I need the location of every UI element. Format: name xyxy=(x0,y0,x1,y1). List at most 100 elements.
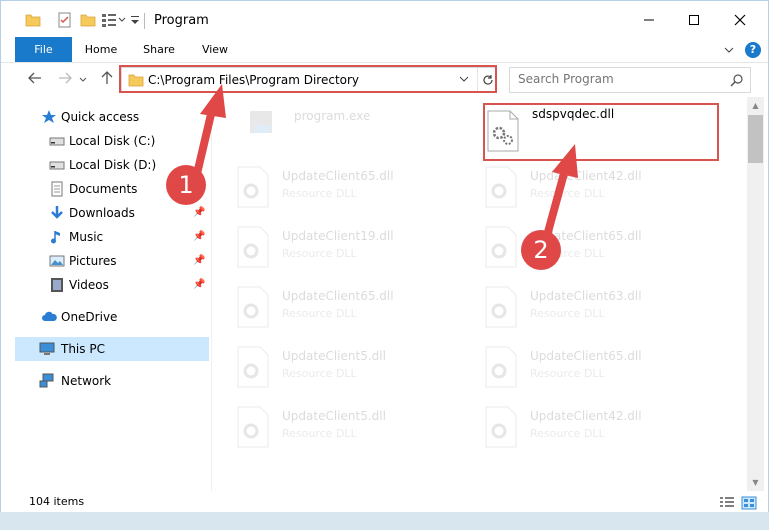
file-name: UpdateClient42.dll xyxy=(530,409,642,423)
sidebar-item-label: Local Disk (C:) xyxy=(69,134,156,148)
file-item[interactable]: program.exe xyxy=(242,101,472,153)
file-name: UpdateClient42.dll xyxy=(530,169,642,183)
address-bar-highlight xyxy=(119,65,497,93)
close-button[interactable] xyxy=(718,5,762,35)
videos-icon xyxy=(51,278,63,292)
up-button[interactable] xyxy=(97,70,117,90)
help-button[interactable]: ? xyxy=(745,42,761,58)
pin-icon: 📌 xyxy=(193,279,206,290)
recent-locations-button[interactable] xyxy=(77,70,89,90)
tab-home[interactable]: Home xyxy=(79,37,123,62)
dll-file-icon xyxy=(237,286,269,328)
file-type: Resource DLL xyxy=(282,307,357,320)
large-icons-view-icon[interactable] xyxy=(741,496,757,510)
file-item[interactable]: UpdateClient42.dll Resource DLL xyxy=(482,161,712,213)
expand-ribbon-icon[interactable] xyxy=(723,45,735,55)
folder-icon xyxy=(25,14,41,27)
scroll-down-button[interactable]: ▼ xyxy=(747,474,764,491)
forward-arrow-icon xyxy=(59,72,72,84)
properties-icon[interactable] xyxy=(57,12,73,28)
file-item[interactable]: UpdateClient42.dll Resource DLL xyxy=(482,401,712,453)
back-button[interactable] xyxy=(25,70,45,90)
file-item[interactable]: UpdateClient19.dll Resource DLL xyxy=(234,221,464,273)
file-name: UpdateClient5.dll xyxy=(282,409,386,423)
computer-icon xyxy=(39,342,55,355)
file-item[interactable]: UpdateClient65.dll Resource DLL xyxy=(234,281,464,333)
file-item[interactable]: UpdateClient65.dll Resource DLL xyxy=(234,161,464,213)
file-type: Resource DLL xyxy=(282,427,357,440)
music-icon xyxy=(51,231,60,244)
minimize-button[interactable] xyxy=(627,5,671,35)
search-input[interactable] xyxy=(518,72,718,86)
maximize-icon xyxy=(689,15,699,25)
file-item[interactable]: UpdateClient65.dll Resource DLL xyxy=(482,221,712,273)
file-item[interactable]: UpdateClient65.dll Resource DLL xyxy=(482,341,712,393)
pictures-icon xyxy=(49,255,65,267)
explorer-window: Program File Home Share View ? C:\Progra… xyxy=(0,0,769,530)
file-item[interactable]: UpdateClient63.dll Resource DLL xyxy=(482,281,712,333)
search-icon[interactable] xyxy=(730,73,744,87)
exe-file-icon xyxy=(250,111,272,133)
qat-dropdown-icon[interactable] xyxy=(130,12,140,28)
file-name: UpdateClient5.dll xyxy=(282,349,386,363)
drive-icon xyxy=(49,161,65,170)
tab-view[interactable]: View xyxy=(195,37,235,62)
sidebar-item-downloads[interactable]: Downloads 📌 xyxy=(1,201,209,225)
file-item[interactable]: UpdateClient5.dll Resource DLL xyxy=(234,341,464,393)
chevron-down-icon xyxy=(79,77,87,82)
search-box[interactable] xyxy=(509,67,751,93)
back-arrow-icon xyxy=(28,72,41,84)
navigation-pane: Quick access Local Disk (C:) Local Disk … xyxy=(1,97,211,491)
sidebar-item-label: Quick access xyxy=(61,110,140,124)
dll-file-icon xyxy=(485,406,517,448)
sidebar-item-quick-access[interactable]: Quick access xyxy=(1,105,209,129)
title-divider xyxy=(144,13,145,29)
sidebar-item-label: Downloads xyxy=(69,206,135,220)
sidebar-item-label: Music xyxy=(69,230,104,244)
file-type: Resource DLL xyxy=(530,367,605,380)
file-name: UpdateClient19.dll xyxy=(282,229,394,243)
sidebar-item-label: Local Disk (D:) xyxy=(69,158,157,172)
dll-file-icon xyxy=(237,166,269,208)
sidebar-item-local-disk-c[interactable]: Local Disk (C:) xyxy=(1,129,209,153)
download-icon xyxy=(51,206,63,219)
sidebar-item-label: Pictures xyxy=(69,254,117,268)
file-name: UpdateClient63.dll xyxy=(530,289,642,303)
sidebar-item-onedrive[interactable]: OneDrive xyxy=(1,305,209,329)
callout-badge-1: 1 xyxy=(166,165,206,205)
vertical-scrollbar[interactable]: ▲ ▼ xyxy=(747,97,764,491)
pin-icon: 📌 xyxy=(193,207,206,218)
minimize-icon xyxy=(644,19,654,21)
tab-file[interactable]: File xyxy=(15,37,72,62)
sidebar-item-videos[interactable]: Videos 📌 xyxy=(1,273,209,297)
scroll-thumb[interactable] xyxy=(748,115,763,163)
dll-file-icon xyxy=(237,346,269,388)
file-type: Resource DLL xyxy=(530,307,605,320)
forward-button[interactable] xyxy=(55,70,75,90)
dll-file-icon xyxy=(237,226,269,268)
maximize-button[interactable] xyxy=(672,5,716,35)
star-icon xyxy=(42,110,56,123)
sidebar-item-pictures[interactable]: Pictures 📌 xyxy=(1,249,209,273)
details-view-icon[interactable] xyxy=(719,496,735,510)
sidebar-item-this-pc[interactable]: This PC xyxy=(15,337,209,361)
dll-file-icon xyxy=(485,346,517,388)
up-arrow-icon xyxy=(101,71,113,84)
dll-file-icon xyxy=(485,286,517,328)
close-icon xyxy=(734,14,746,26)
file-type: Resource DLL xyxy=(282,187,357,200)
scroll-up-button[interactable]: ▲ xyxy=(747,97,764,114)
file-name: program.exe xyxy=(294,109,371,123)
dll-file-icon xyxy=(485,166,517,208)
new-folder-icon[interactable] xyxy=(80,12,96,28)
sidebar-item-label: Network xyxy=(61,374,112,388)
file-type: Resource DLL xyxy=(530,427,605,440)
customize-qat-icon[interactable] xyxy=(101,12,127,28)
sidebar-item-network[interactable]: Network xyxy=(1,369,209,393)
title-bar: Program xyxy=(1,1,768,37)
sidebar-item-music[interactable]: Music 📌 xyxy=(1,225,209,249)
file-name: UpdateClient65.dll xyxy=(282,289,394,303)
file-item[interactable]: UpdateClient5.dll Resource DLL xyxy=(234,401,464,453)
tab-share[interactable]: Share xyxy=(137,37,181,62)
sidebar-item-label: Documents xyxy=(69,182,138,196)
